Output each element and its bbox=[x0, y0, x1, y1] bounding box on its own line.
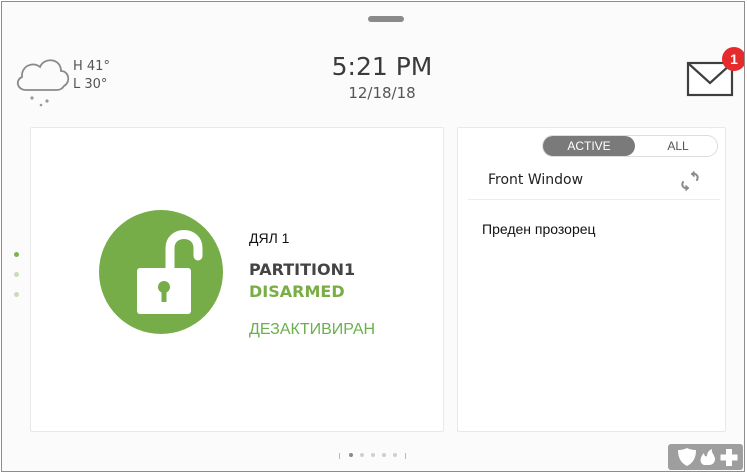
zone-filter-toggle: ACTIVE ALL bbox=[542, 135, 718, 157]
tab-all[interactable]: ALL bbox=[639, 136, 717, 156]
page-dot[interactable] bbox=[393, 453, 397, 457]
side-page-dot bbox=[14, 252, 19, 257]
window-open-icon bbox=[681, 171, 699, 191]
message-count-badge: 1 bbox=[722, 47, 744, 71]
page-indicator bbox=[339, 453, 419, 459]
emergency-button[interactable] bbox=[668, 444, 743, 470]
page-indicator-separator bbox=[339, 453, 340, 459]
police-shield-icon bbox=[678, 448, 696, 466]
zones-panel: ACTIVE ALL Front Window Преден прозорец bbox=[457, 127, 726, 432]
zone-name: Front Window bbox=[488, 172, 584, 188]
unlocked-padlock-icon bbox=[137, 230, 203, 314]
page-dot[interactable] bbox=[360, 453, 364, 457]
clock: 5:21 PM 12/18/18 bbox=[282, 52, 482, 104]
page-indicator-separator bbox=[405, 453, 406, 459]
side-page-dot bbox=[14, 292, 19, 297]
fire-icon bbox=[700, 449, 715, 465]
zone-row[interactable]: Front Window bbox=[468, 166, 720, 200]
partition-status: DISARMED bbox=[249, 282, 345, 301]
arm-disarm-button[interactable] bbox=[99, 210, 223, 334]
temperature-low: L 30° bbox=[73, 77, 108, 92]
temperature-high: H 41° bbox=[73, 59, 110, 74]
partition-status-translation: ДЕЗАКТИВИРАН bbox=[249, 321, 376, 338]
partition-name: PARTITION1 bbox=[249, 260, 356, 279]
emergency-icons bbox=[678, 448, 738, 466]
messages-button[interactable]: 1 bbox=[686, 45, 744, 101]
weather-widget[interactable]: H 41° L 30° bbox=[14, 52, 124, 112]
pull-down-handle[interactable] bbox=[368, 16, 404, 22]
panel-screen: H 41° L 30° 5:21 PM 12/18/18 1 ДЯЛ 1 PAR… bbox=[1, 1, 745, 472]
page-dot-current[interactable] bbox=[349, 453, 353, 457]
clock-date: 12/18/18 bbox=[348, 84, 416, 102]
page-dot[interactable] bbox=[382, 453, 386, 457]
zone-name-translation: Преден прозорец bbox=[482, 221, 596, 237]
tab-active[interactable]: ACTIVE bbox=[543, 136, 635, 156]
cloud-snow-icon bbox=[16, 59, 70, 107]
partition-panel: ДЯЛ 1 PARTITION1 DISARMED ДЕЗАКТИВИРАН bbox=[30, 127, 444, 432]
clock-time: 5:21 PM bbox=[331, 52, 433, 81]
side-page-dot bbox=[14, 272, 19, 277]
medical-cross-icon bbox=[720, 449, 738, 466]
page-dot[interactable] bbox=[371, 453, 375, 457]
partition-label-translation: ДЯЛ 1 bbox=[249, 230, 290, 246]
